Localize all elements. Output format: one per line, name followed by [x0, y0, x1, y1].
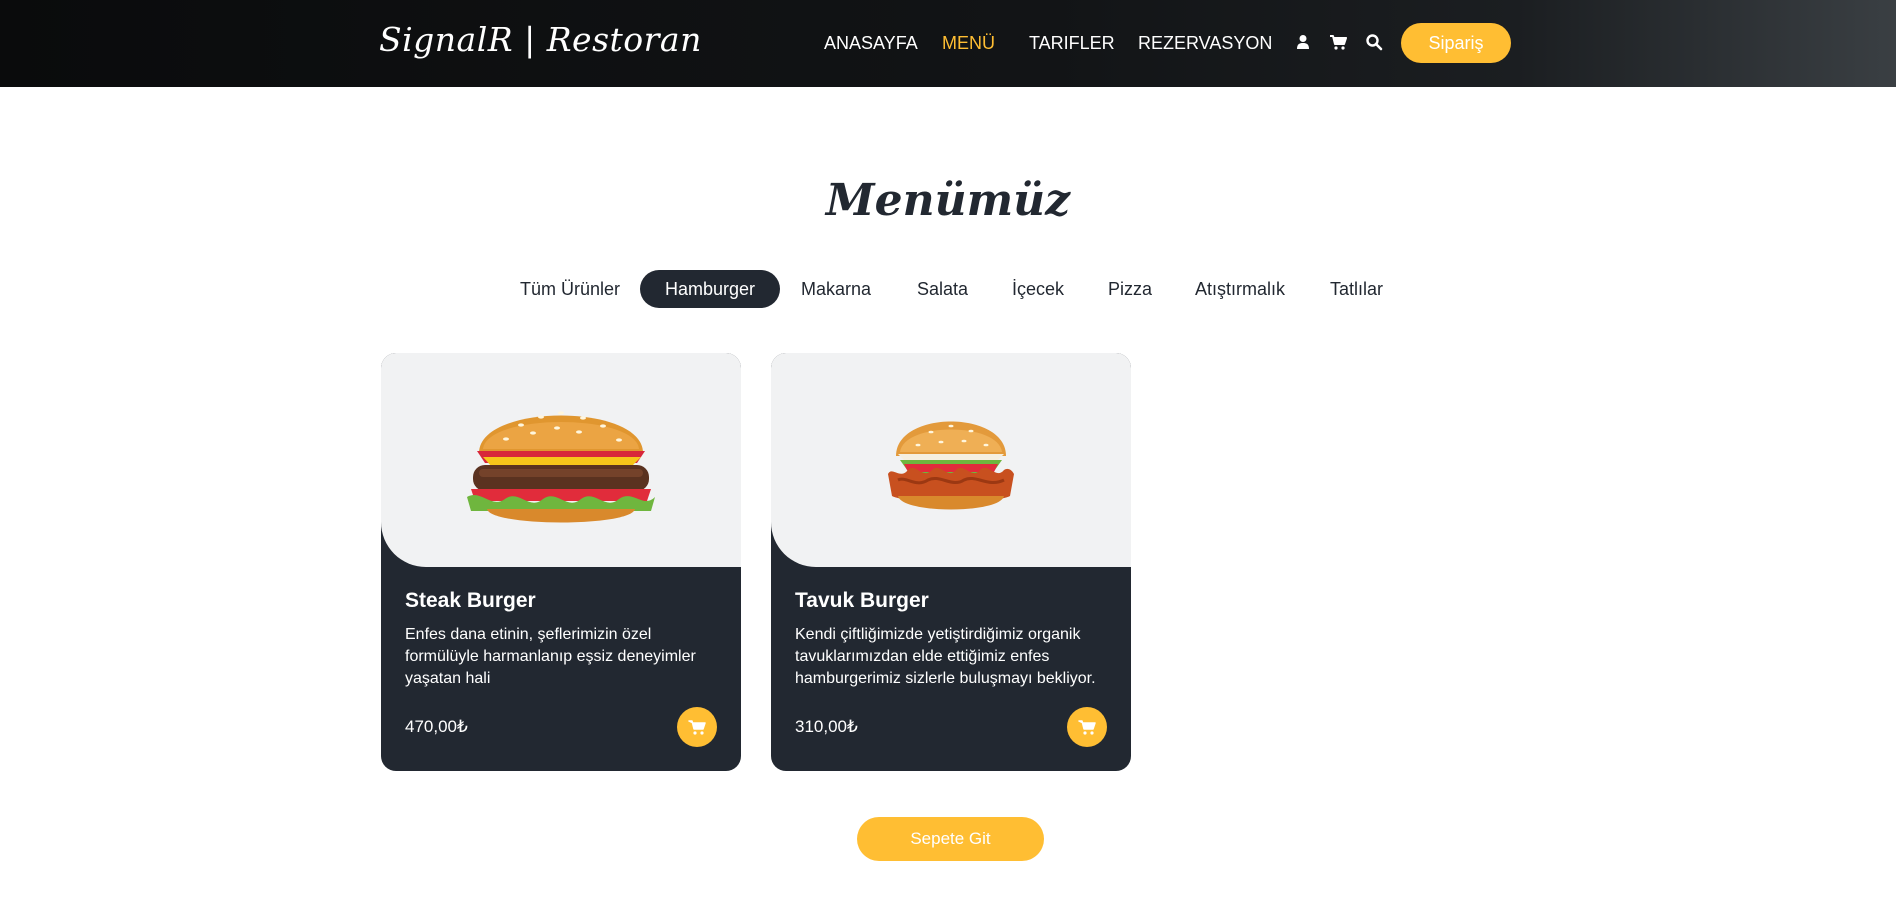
product-card: Tavuk Burger Kendi çiftliğimizde yetişti…: [771, 353, 1131, 771]
add-to-cart-button[interactable]: [1067, 707, 1107, 747]
steak-burger-image: [467, 411, 655, 523]
nav-item-tarifler[interactable]: TARIFLER: [1029, 33, 1115, 54]
nav-item-menu[interactable]: MENÜ: [942, 33, 995, 54]
user-icon[interactable]: [1294, 33, 1312, 51]
site-header: SignalR | Restoran ANASAYFA MENÜ TARIFLE…: [0, 0, 1896, 87]
filter-hamburger[interactable]: Hamburger: [640, 270, 781, 308]
product-description: Kendi çiftliğimizde yetiştirdiğimiz orga…: [795, 626, 1096, 687]
product-price: 470,00₺: [405, 717, 468, 736]
product-image-box: [381, 353, 741, 567]
product-name: Steak Burger: [405, 589, 536, 612]
filter-pizza[interactable]: Pizza: [1083, 270, 1177, 308]
product-name: Tavuk Burger: [795, 589, 929, 612]
filter-snacks[interactable]: Atıştırmalık: [1170, 270, 1310, 308]
filter-pasta[interactable]: Makarna: [776, 270, 896, 308]
filter-all-products[interactable]: Tüm Ürünler: [495, 270, 645, 308]
filter-salad[interactable]: Salata: [892, 270, 993, 308]
nav-item-rezervasyon[interactable]: REZERVASYON: [1138, 33, 1272, 54]
cart-icon[interactable]: [1329, 33, 1347, 51]
product-price: 310,00₺: [795, 717, 858, 736]
category-filters: Tüm Ürünler Hamburger Makarna Salata İçe…: [0, 270, 1896, 308]
chicken-burger-image: [888, 421, 1014, 510]
product-description: Enfes dana etinin, şeflerimizin özel for…: [405, 626, 696, 687]
product-image-box: [771, 353, 1131, 567]
filter-desserts[interactable]: Tatlılar: [1305, 270, 1408, 308]
search-icon[interactable]: [1365, 33, 1383, 51]
brand-logo[interactable]: SignalR | Restoran: [379, 20, 702, 59]
nav-item-anasayfa[interactable]: ANASAYFA: [824, 33, 918, 54]
product-card: Steak Burger Enfes dana etinin, şeflerim…: [381, 353, 741, 771]
add-to-cart-button[interactable]: [677, 707, 717, 747]
page-title: Menümüz: [825, 175, 1071, 226]
cart-icon: [688, 720, 706, 735]
cart-icon: [1078, 720, 1096, 735]
order-button[interactable]: Sipariş: [1401, 23, 1511, 63]
filter-drinks[interactable]: İçecek: [987, 270, 1089, 308]
go-to-cart-button[interactable]: Sepete Git: [857, 817, 1044, 861]
